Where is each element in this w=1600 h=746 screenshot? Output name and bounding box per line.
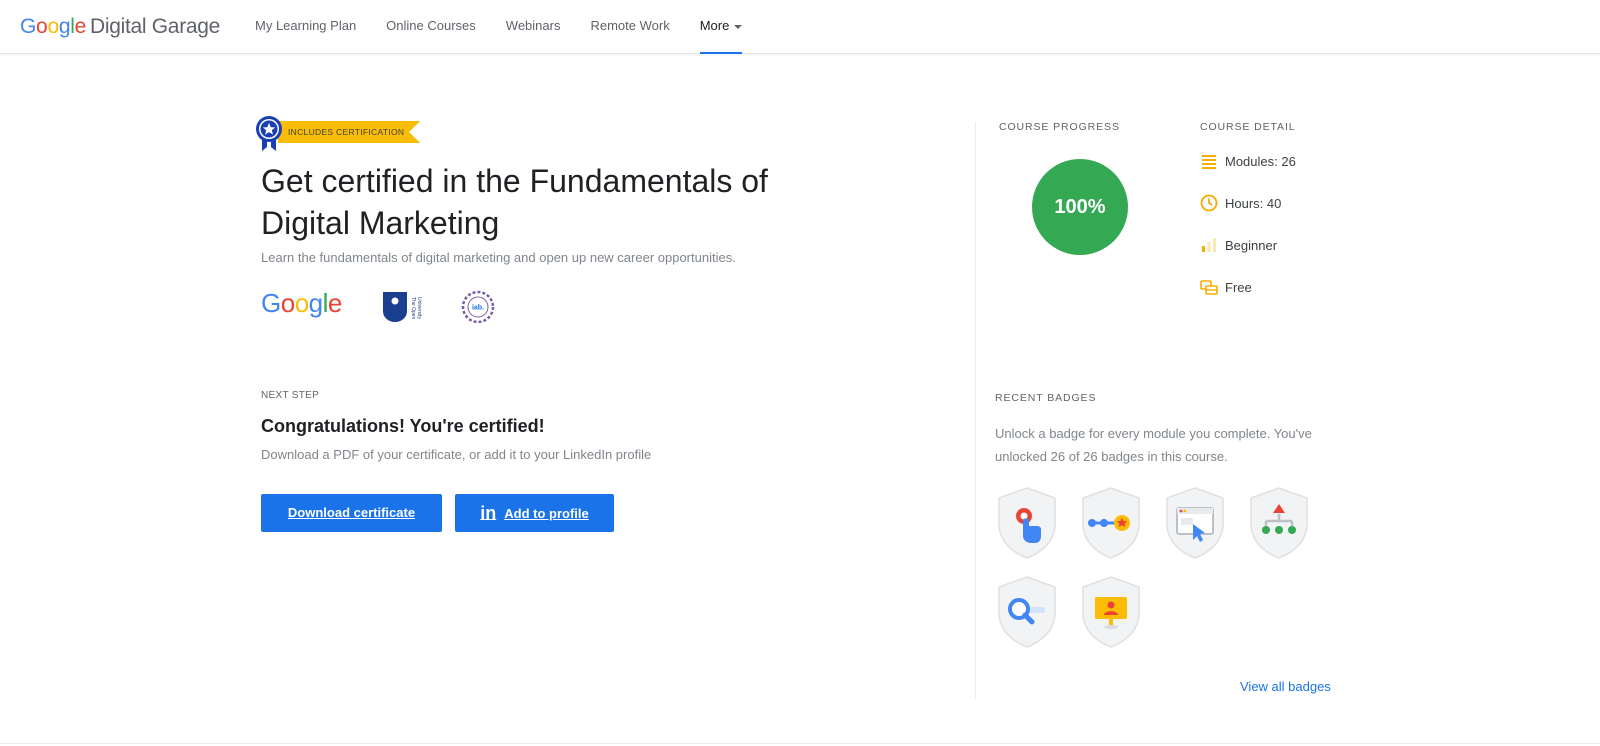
detail-price: Free — [1200, 278, 1252, 296]
download-certificate-button[interactable]: Download certificate — [261, 494, 442, 532]
level-text: Beginner — [1225, 237, 1278, 253]
presentation-badge-icon[interactable] — [1079, 575, 1143, 649]
partner-google-logo: Google — [261, 288, 342, 318]
badges-description: Unlock a badge for every module you comp… — [995, 426, 1312, 464]
modules-count: Modules: 26 — [1225, 153, 1296, 169]
svg-text:The Open: The Open — [410, 297, 416, 319]
certification-ribbon: INCLUDES CERTIFICATION — [278, 121, 421, 143]
partner-open-university-logo: The Open University — [383, 292, 422, 322]
caret-down-icon — [734, 24, 743, 29]
search-badge-icon[interactable] — [995, 575, 1059, 649]
partner-iab-logo: iab. — [461, 290, 495, 324]
view-all-badges-link[interactable]: View all badges — [1240, 679, 1331, 694]
top-navigation-bar: Google Digital Garage My Learning Plan On… — [0, 0, 1600, 54]
linkedin-icon: in — [480, 503, 497, 523]
svg-text:iab.: iab. — [472, 305, 484, 312]
coins-icon — [1200, 280, 1218, 295]
course-subtitle: Learn the fundamentals of digital market… — [261, 250, 736, 265]
path-star-badge-icon[interactable] — [1079, 486, 1143, 560]
nav-webinars[interactable]: Webinars — [491, 0, 576, 54]
price-text: Free — [1225, 279, 1252, 295]
google-digital-garage-logo[interactable]: Google Digital Garage — [20, 15, 220, 39]
course-progress-circle: 100% — [1032, 159, 1128, 255]
pointer-click-badge-icon[interactable] — [995, 486, 1059, 560]
logo-google-wordmark: Google — [20, 15, 86, 38]
level-bars-icon — [1202, 238, 1216, 252]
nav-more-dropdown[interactable]: More — [685, 0, 758, 54]
medal-star-icon — [256, 116, 282, 151]
detail-modules: Modules: 26 — [1200, 152, 1296, 170]
course-detail-label: COURSE DETAIL — [1200, 121, 1296, 133]
recent-badges-label: RECENT BADGES — [995, 392, 1097, 404]
clock-icon — [1200, 194, 1218, 212]
browser-cursor-badge-icon[interactable] — [1163, 486, 1227, 560]
detail-hours: Hours: 40 — [1200, 194, 1281, 212]
nav-online-courses[interactable]: Online Courses — [371, 0, 491, 54]
congratulations-heading: Congratulations! You're certified! — [261, 416, 545, 436]
svg-text:University: University — [416, 297, 422, 319]
main-nav: My Learning Plan Online Courses Webinars… — [240, 0, 757, 54]
footer-divider — [0, 743, 1600, 744]
next-step-label: NEXT STEP — [261, 390, 320, 401]
nav-more-label: More — [699, 18, 730, 33]
detail-level: Beginner — [1200, 236, 1277, 254]
course-title: Get certified in the Fundamentals of Dig… — [261, 163, 768, 241]
column-divider — [975, 122, 976, 699]
add-to-linkedin-profile-button[interactable]: in Add to profile — [455, 494, 614, 532]
list-icon — [1202, 155, 1216, 169]
certificate-description: Download a PDF of your certificate, or a… — [261, 447, 652, 462]
hierarchy-badge-icon[interactable] — [1247, 486, 1311, 560]
nav-remote-work[interactable]: Remote Work — [575, 0, 684, 54]
logo-digital-garage-text: Digital Garage — [89, 15, 221, 38]
course-progress-label: COURSE PROGRESS — [999, 121, 1120, 133]
hours-count: Hours: 40 — [1225, 195, 1282, 211]
nav-my-learning-plan[interactable]: My Learning Plan — [240, 0, 371, 54]
add-to-profile-label: Add to profile — [504, 506, 589, 521]
